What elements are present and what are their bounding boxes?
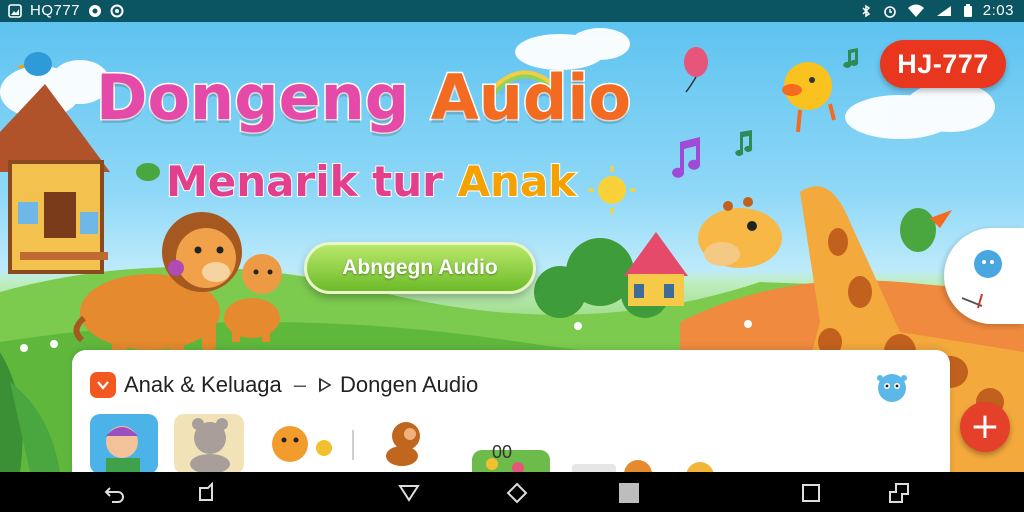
category-label[interactable]: Anak & Keluaga	[124, 372, 282, 398]
sun-icon	[588, 166, 636, 214]
status-app-name: HQ777	[30, 2, 81, 19]
play-audio-button[interactable]: Abngegn Audio	[304, 242, 536, 294]
overview-icon[interactable]	[800, 482, 822, 504]
music-note-icon	[672, 137, 701, 178]
play-outline-icon	[319, 377, 332, 393]
status-time: 2:03	[982, 2, 1014, 19]
alarm-icon	[883, 5, 896, 18]
story-thumbnail-tiger[interactable]	[272, 426, 332, 462]
circle-icon	[110, 4, 124, 17]
app-title: Dongeng Audio	[94, 60, 656, 136]
blob-mascot-icon[interactable]	[872, 368, 912, 408]
breadcrumb-separator: –	[293, 372, 307, 397]
app-logo-icon	[90, 372, 116, 398]
signal-icon	[936, 5, 951, 16]
subtitle-word-2: Anak	[457, 156, 578, 207]
app-subtitle: Menarik tur Anak	[165, 156, 578, 207]
mail-icon	[89, 4, 102, 17]
navigation-bar	[0, 472, 1024, 512]
story-thumbnail-boy[interactable]	[90, 414, 158, 474]
back-icon[interactable]	[104, 482, 126, 504]
status-bar: HQ777 2:03	[0, 0, 1024, 22]
square-icon[interactable]	[618, 482, 640, 504]
rotate-icon[interactable]	[888, 482, 910, 504]
brand-badge[interactable]: HJ-777	[880, 40, 1006, 88]
add-button[interactable]: +	[960, 402, 1010, 452]
side-floating-panel[interactable]	[944, 228, 1024, 324]
story-counter: 00	[492, 442, 513, 462]
sun-character-icon	[782, 62, 836, 133]
card-header: Anak & Keluaga – Dongen Audio	[90, 372, 478, 398]
content-card: Anak & Keluaga – Dongen Audio 00	[72, 350, 950, 490]
thumbnail-divider	[352, 430, 354, 460]
diamond-icon[interactable]	[506, 482, 528, 504]
balloon-decoration	[684, 47, 708, 93]
bluetooth-icon	[862, 4, 870, 17]
subtitle-word-1: Menarik tur	[165, 156, 444, 207]
story-thumbnail-bear[interactable]	[174, 414, 244, 474]
home-triangle-icon[interactable]	[398, 482, 420, 504]
gallery-icon	[8, 3, 22, 18]
battery-icon	[963, 3, 972, 17]
title-word-2: Audio	[429, 60, 632, 136]
title-word-1: Dongeng	[94, 60, 410, 136]
story-thumbnail-monkey[interactable]	[386, 422, 420, 466]
tent-house-icon	[624, 232, 688, 306]
recent-square-icon[interactable]	[196, 482, 218, 504]
section-label[interactable]: Dongen Audio	[340, 372, 478, 398]
small-bird-icon	[136, 163, 160, 181]
wifi-icon	[907, 4, 924, 17]
mascot-icon	[961, 250, 1002, 309]
